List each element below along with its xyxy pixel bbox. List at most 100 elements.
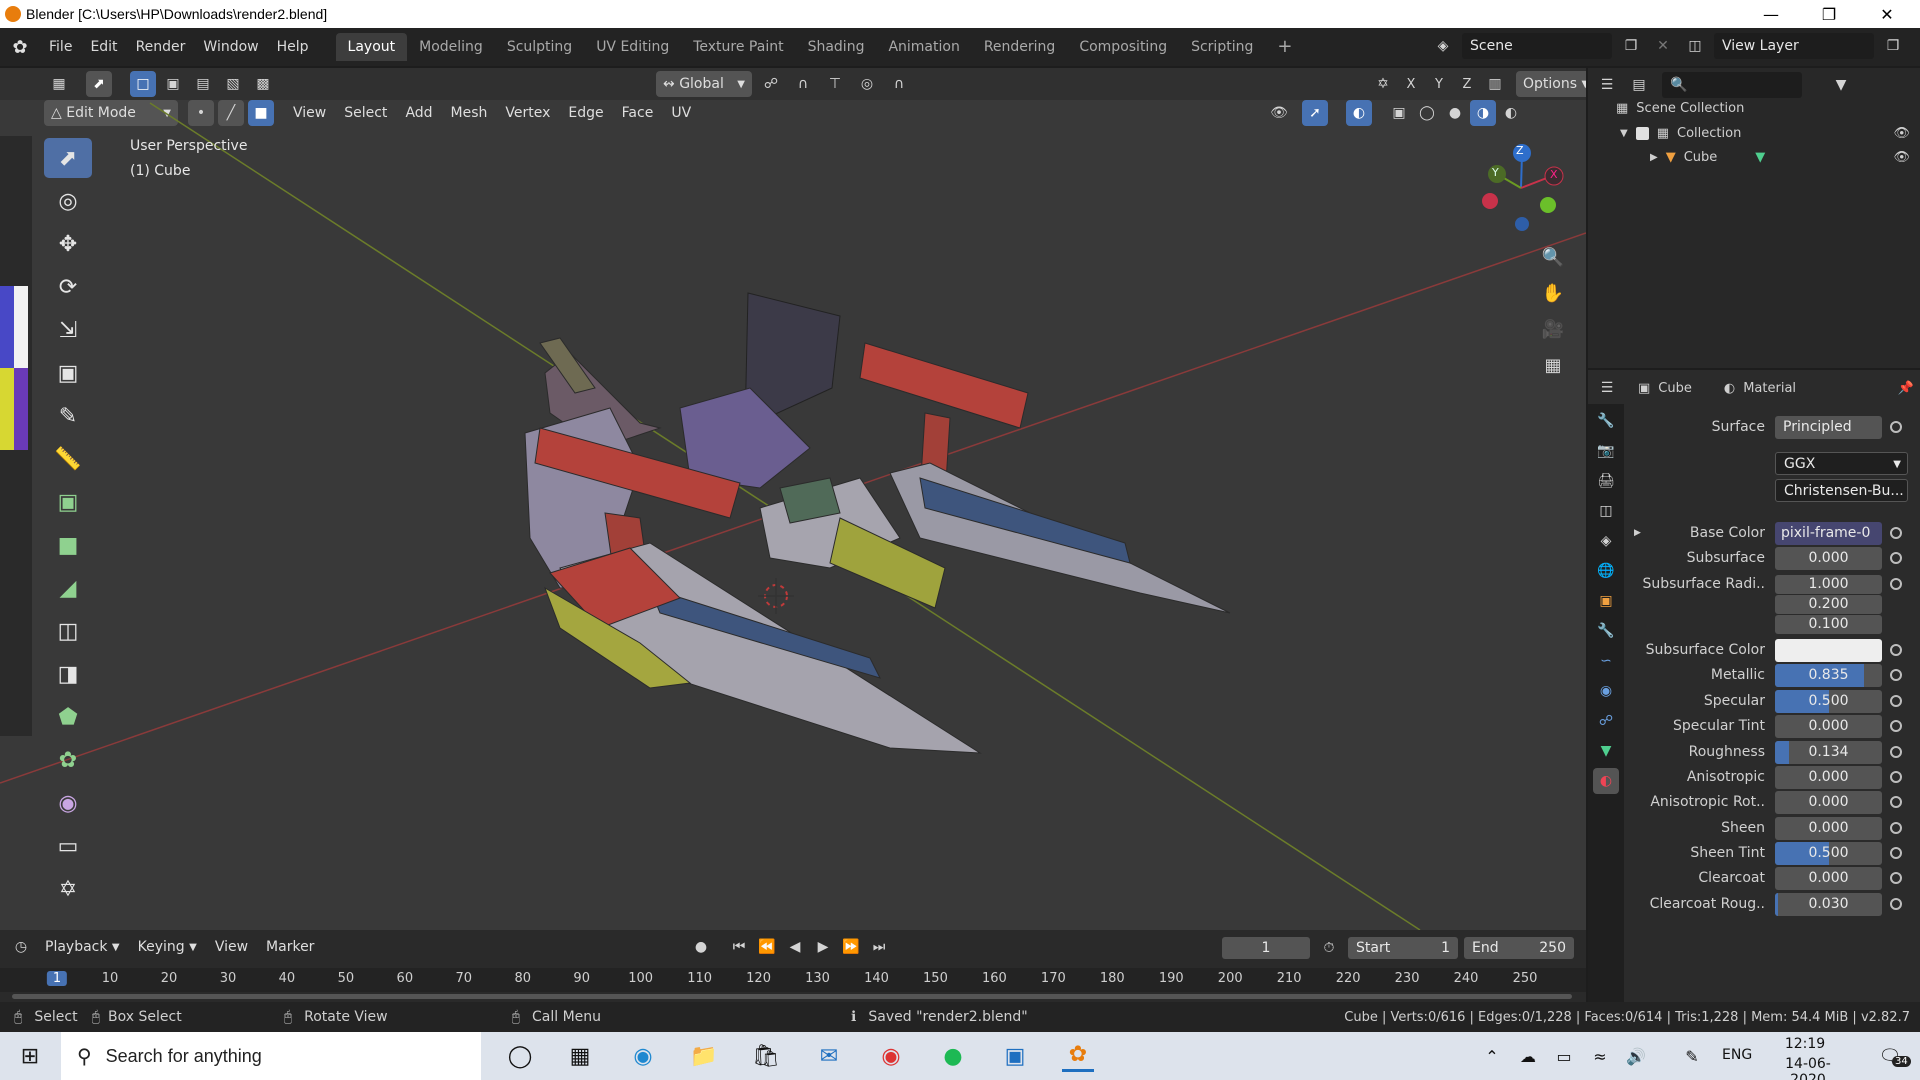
particles-tab-icon[interactable]: ∽ bbox=[1593, 648, 1619, 674]
output-tab-icon[interactable]: 🖨 bbox=[1593, 468, 1619, 494]
scene-tab-icon[interactable]: ◈ bbox=[1593, 528, 1619, 554]
eye-icon[interactable]: 👁 bbox=[1893, 126, 1910, 141]
property-value-field[interactable]: 0.000 bbox=[1775, 765, 1882, 789]
eye-icon[interactable]: 👁 bbox=[1893, 150, 1910, 165]
menu-render[interactable]: Render bbox=[127, 33, 195, 61]
edge-browser-icon[interactable]: ◉ bbox=[627, 1040, 659, 1072]
pan-hand-icon[interactable]: ✋ bbox=[1540, 280, 1566, 306]
socket-icon[interactable] bbox=[1890, 421, 1902, 433]
tab-scripting[interactable]: Scripting bbox=[1179, 33, 1265, 61]
tab-shading[interactable]: Shading bbox=[796, 33, 877, 61]
task-view-icon[interactable]: ▦ bbox=[564, 1040, 596, 1072]
outliner-row-scene-collection[interactable]: ▦ Scene Collection bbox=[1616, 101, 1744, 116]
blender-taskbar-icon[interactable]: ✿ bbox=[1062, 1040, 1094, 1072]
property-value-field[interactable]: 0.134 bbox=[1775, 740, 1882, 764]
chrome-icon[interactable]: ◉ bbox=[875, 1040, 907, 1072]
onedrive-icon[interactable]: ☁ bbox=[1512, 1040, 1544, 1072]
socket-icon[interactable] bbox=[1890, 872, 1902, 884]
socket-icon[interactable] bbox=[1890, 746, 1902, 758]
material-tab-icon[interactable]: ◐ bbox=[1593, 768, 1619, 794]
mesh-data-tab-icon[interactable]: ▼ bbox=[1593, 738, 1619, 764]
socket-icon[interactable] bbox=[1890, 898, 1902, 910]
clock-date[interactable]: 14-06-2020 bbox=[1768, 1056, 1848, 1080]
loop-cut-tool-icon[interactable]: ◫ bbox=[44, 611, 92, 651]
tab-texture-paint[interactable]: Texture Paint bbox=[681, 33, 795, 61]
display-mode-icon[interactable]: ▤ bbox=[1626, 72, 1652, 98]
property-value-field[interactable]: 0.000 bbox=[1775, 714, 1882, 738]
menu-file[interactable]: File bbox=[40, 33, 81, 61]
language-indicator[interactable]: ENG bbox=[1722, 1047, 1752, 1063]
show-hidden-icons-icon[interactable]: ⌃ bbox=[1476, 1040, 1508, 1072]
tab-compositing[interactable]: Compositing bbox=[1067, 33, 1179, 61]
clock-time[interactable]: 12:19 bbox=[1770, 1036, 1840, 1052]
new-scene-icon[interactable]: ❐ bbox=[1618, 33, 1644, 59]
menu-timeline-view[interactable]: View bbox=[208, 934, 255, 960]
tab-layout[interactable]: Layout bbox=[335, 33, 408, 61]
scene-name-field[interactable]: Scene bbox=[1462, 33, 1612, 59]
transform-tool-icon[interactable]: ▣ bbox=[44, 353, 92, 393]
inset-tool-icon[interactable]: ■ bbox=[44, 525, 92, 565]
outliner-search-input[interactable]: 🔍 bbox=[1662, 72, 1802, 98]
record-icon[interactable]: ● bbox=[688, 934, 714, 960]
view-layer-field[interactable]: View Layer bbox=[1714, 33, 1874, 59]
app-icon[interactable]: ▣ bbox=[999, 1040, 1031, 1072]
object-tab-icon[interactable]: ▣ bbox=[1593, 588, 1619, 614]
move-tool-icon[interactable]: ✥ bbox=[44, 224, 92, 264]
socket-icon[interactable] bbox=[1890, 669, 1902, 681]
filter-icon[interactable]: ▼ bbox=[1828, 72, 1854, 98]
outliner-row-cube[interactable]: ▶ ▼ Cube ▼ 👁 bbox=[1650, 150, 1920, 165]
render-tab-icon[interactable]: 📷 bbox=[1593, 438, 1619, 464]
color-swatch-white[interactable] bbox=[14, 286, 28, 368]
property-value-field[interactable]: 0.100 bbox=[1775, 614, 1882, 634]
distribution-dropdown[interactable]: GGX ▼ bbox=[1775, 451, 1908, 475]
menu-playback[interactable]: Playback ▼ bbox=[38, 934, 127, 960]
property-value-field[interactable]: 0.000 bbox=[1775, 546, 1882, 570]
subsurface-method-dropdown[interactable]: Christensen-Bu...▼ bbox=[1775, 478, 1908, 502]
socket-icon[interactable] bbox=[1890, 822, 1902, 834]
close-button[interactable]: ✕ bbox=[1864, 0, 1910, 28]
socket-icon[interactable] bbox=[1890, 847, 1902, 859]
menu-edit[interactable]: Edit bbox=[81, 33, 126, 61]
3d-viewport[interactable]: ▦ ⬈ □ ▣ ▤ ▧ ▩ ↭ Global ▼ ☍ ∩ ⊤ ◎ ∩ ✡ X Y… bbox=[0, 68, 1586, 930]
gizmo-x-label[interactable]: X bbox=[1550, 168, 1558, 181]
socket-icon[interactable] bbox=[1890, 644, 1902, 656]
menu-marker[interactable]: Marker bbox=[259, 934, 321, 960]
outliner-editor-type-icon[interactable]: ☰ bbox=[1594, 72, 1620, 98]
minimize-button[interactable]: — bbox=[1748, 0, 1794, 28]
bevel-tool-icon[interactable]: ◢ bbox=[44, 568, 92, 608]
property-value-field[interactable]: pixil-frame-0 (... bbox=[1775, 521, 1882, 545]
socket-icon[interactable] bbox=[1890, 552, 1902, 564]
cursor-tool-icon[interactable]: ◎ bbox=[44, 181, 92, 221]
shrink-fatten-tool-icon[interactable]: ✡ bbox=[44, 869, 92, 909]
socket-icon[interactable] bbox=[1890, 578, 1902, 590]
menu-window[interactable]: Window bbox=[194, 33, 267, 61]
color-swatch-blue[interactable] bbox=[0, 286, 14, 368]
edge-slide-tool-icon[interactable]: ▭ bbox=[44, 826, 92, 866]
select-box-tool-icon[interactable]: ⬈ bbox=[44, 138, 92, 178]
jump-start-icon[interactable]: ⏮ bbox=[726, 934, 752, 960]
ortho-grid-icon[interactable]: ▦ bbox=[1540, 352, 1566, 378]
property-value-field[interactable]: 0.835 bbox=[1775, 663, 1882, 687]
rotate-tool-icon[interactable]: ⟳ bbox=[44, 267, 92, 307]
windows-start-icon[interactable]: ⊞ bbox=[14, 1040, 46, 1072]
end-frame-field[interactable]: End 250 bbox=[1464, 937, 1574, 959]
view-layer-browse-icon[interactable]: ◫ bbox=[1682, 33, 1708, 59]
scene-browse-icon[interactable]: ◈ bbox=[1430, 33, 1456, 59]
zoom-icon[interactable]: 🔍 bbox=[1540, 244, 1566, 270]
blender-menu-icon[interactable]: ✿ bbox=[0, 37, 40, 58]
tab-modeling[interactable]: Modeling bbox=[407, 33, 495, 61]
tab-rendering[interactable]: Rendering bbox=[972, 33, 1068, 61]
spin-tool-icon[interactable]: ✿ bbox=[44, 740, 92, 780]
jump-end-icon[interactable]: ⏭ bbox=[866, 934, 892, 960]
property-value-field[interactable]: 0.030 bbox=[1775, 892, 1882, 916]
file-explorer-icon[interactable]: 📁 bbox=[688, 1040, 720, 1072]
extrude-tool-icon[interactable]: ▣ bbox=[44, 482, 92, 522]
current-frame-field[interactable]: 1 bbox=[1222, 937, 1310, 959]
poly-build-tool-icon[interactable]: ⬟ bbox=[44, 697, 92, 737]
outliner-row-collection[interactable]: ▼ ▦ Collection 👁 bbox=[1620, 126, 1920, 141]
menu-help[interactable]: Help bbox=[268, 33, 318, 61]
property-value-field[interactable] bbox=[1775, 638, 1882, 662]
knife-tool-icon[interactable]: ◨ bbox=[44, 654, 92, 694]
store-icon[interactable]: 🛍 bbox=[750, 1040, 782, 1072]
taskbar-search-box[interactable]: ⚲ Search for anything bbox=[61, 1032, 481, 1080]
